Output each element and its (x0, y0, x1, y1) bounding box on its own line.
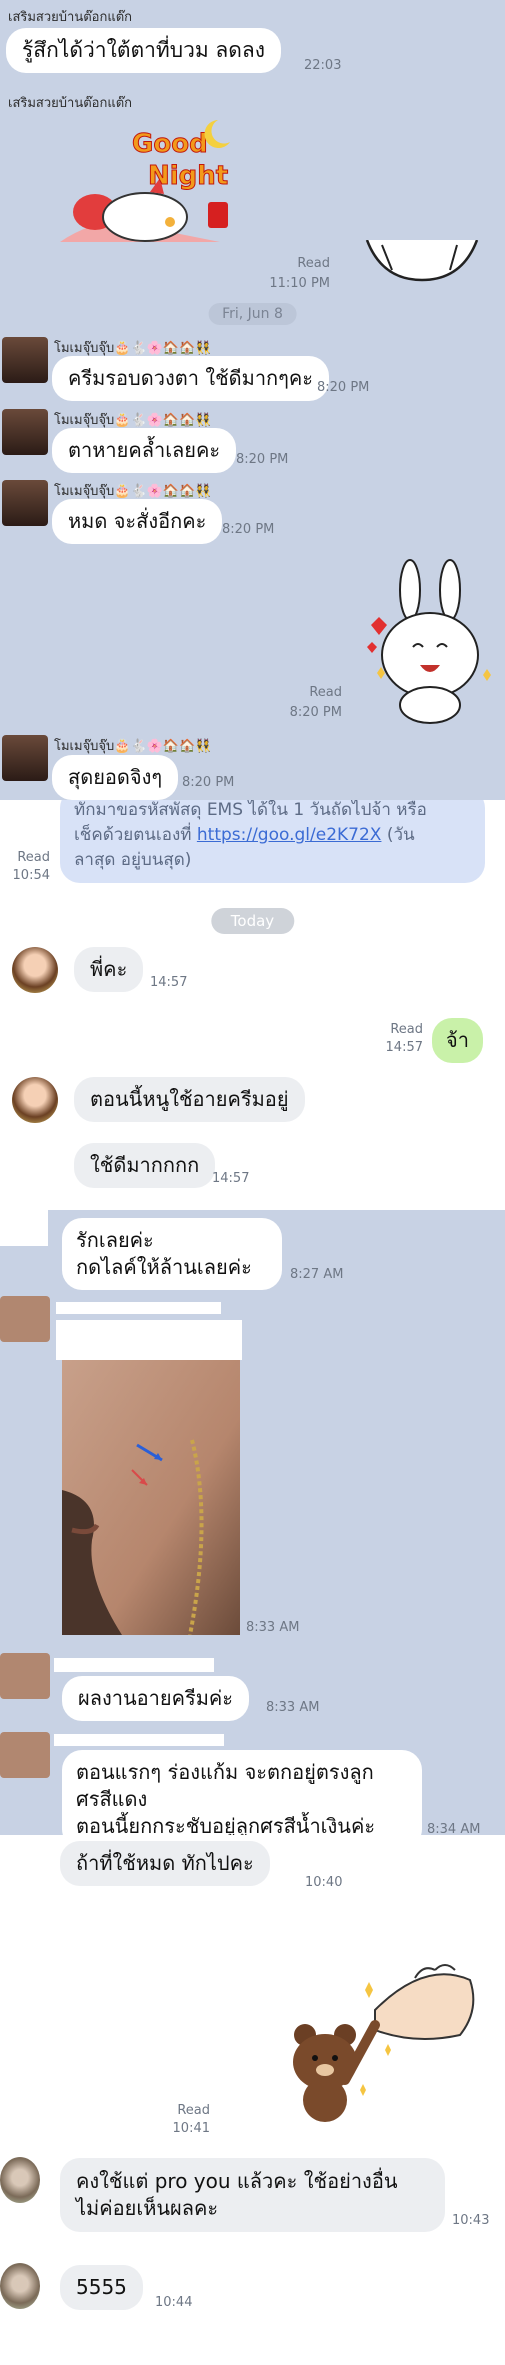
avatar[interactable] (2, 735, 48, 781)
sender-name: โมเมจุ๊บจุ๊บ🎂🐇🌸🏠🏠👯 (54, 341, 212, 356)
message-time: 8:27 AM (290, 1267, 344, 1282)
message-bubble[interactable]: ตอนแรกๆ ร่องแก้ม จะตกอยู่ตรงลูก ศรสีแดง … (62, 1750, 422, 1835)
message-line: ศรสีแดง (76, 1787, 148, 1811)
sender-name: โมเมจุ๊บจุ๊บ🎂🐇🌸🏠🏠👯 (54, 413, 212, 428)
message-time: 8:33 AM (266, 1700, 320, 1715)
message-bubble[interactable]: ถ้าที่ใช้หมด ทักไปคะ (60, 1841, 270, 1886)
message-line: กดไลค์ให้ล้านเลยค่ะ (76, 1255, 252, 1279)
message-bubble[interactable]: สุดยอดจิงๆ (52, 755, 179, 800)
avatar[interactable] (0, 1296, 50, 1342)
face-photo[interactable] (62, 1360, 240, 1635)
avatar[interactable] (2, 409, 48, 455)
date-separator: Today (210, 908, 295, 934)
read-status: Read (297, 256, 330, 271)
message-bubble[interactable]: ใช้ดีมากกกก (74, 1143, 216, 1188)
date-separator: Fri, Jun 8 (208, 303, 297, 325)
message-bubble[interactable]: คงใช้แต่ pro you แล้วคะ ใช้อย่างอื่น ไม่… (60, 2158, 445, 2232)
avatar[interactable] (0, 1732, 50, 1778)
message-time: 8:34 AM (427, 1822, 481, 1835)
message-time: 8:20 PM (182, 775, 235, 790)
message-line: ไม่ค่อยเห็นผลคะ (76, 2196, 219, 2220)
avatar[interactable] (12, 947, 58, 993)
message-time: 10:40 (305, 1875, 343, 1890)
avatar[interactable] (0, 2263, 40, 2309)
message-bubble[interactable]: ทักมาขอรหัสพัสดุ EMS ได้ใน 1 วันถัดไปจ้า… (60, 800, 485, 883)
message-bubble[interactable]: จ้า (432, 1018, 483, 1063)
message-line: ลาสุด อยู่บนสุด) (74, 850, 192, 870)
redacted-name (56, 1302, 221, 1314)
message-line: ตอนนี้ยกกระชับอยู่ลูกศรสีน้ำเงินค่ะ (76, 1814, 376, 1835)
message-line: เช็คด้วยตนเองที่ https://goo.gl/e2K72X (… (74, 823, 471, 848)
message-time: 8:20 PM (236, 452, 289, 467)
chat-segment-2: Read 10:54 ทักมาขอรหัสพัสดุ EMS ได้ใน 1 … (0, 800, 505, 1210)
read-status: Read (177, 2103, 210, 2118)
redacted-name (54, 1734, 224, 1746)
read-status: Read (390, 1022, 423, 1037)
message-time: 14:57 (212, 1171, 250, 1186)
message-bubble[interactable]: ตอนนี้หนูใช้อายครีมอยู่ (74, 1077, 305, 1122)
good-night-sticker[interactable]: Good Night (50, 112, 240, 252)
message-time: 10:54 (12, 868, 50, 883)
sender-name: เสริมสวยบ้านต๊อกแต๊ก (8, 96, 133, 111)
avatar[interactable] (0, 1653, 50, 1699)
chat-segment-4: ถ้าที่ใช้หมด ทักไปคะ 10:40 Read 10:41 คง… (0, 1835, 505, 2365)
sender-name: โมเมจุ๊บจุ๊บ🎂🐇🌸🏠🏠👯 (54, 484, 212, 499)
message-line: รักเลยค่ะ (76, 1228, 154, 1252)
sender-name: โมเมจุ๊บจุ๊บ🎂🐇🌸🏠🏠👯 (54, 739, 212, 754)
redacted-name (54, 1658, 214, 1672)
read-status: Read (309, 685, 342, 700)
avatar[interactable] (2, 480, 48, 526)
message-bubble[interactable]: พี่คะ (74, 947, 144, 992)
message-text: เช็คด้วยตนเองที่ (74, 825, 197, 845)
message-time: 14:57 (385, 1040, 423, 1055)
message-line: คงใช้แต่ pro you แล้วคะ ใช้อย่างอื่น (76, 2169, 398, 2193)
message-time: 8:20 PM (289, 705, 342, 720)
message-line: ตอนแรกๆ ร่องแก้ม จะตกอยู่ตรงลูก (76, 1760, 374, 1784)
message-bubble[interactable]: ครีมรอบดวงตา ใช้ดีมากๆคะ (52, 356, 330, 401)
message-time: 8:20 PM (222, 522, 275, 537)
sticker-text-night: Night (148, 161, 228, 191)
tracking-link[interactable]: https://goo.gl/e2K72X (197, 825, 382, 845)
message-time: 11:10 PM (269, 276, 330, 291)
message-bubble[interactable]: 5555 (60, 2265, 143, 2310)
message-time: 22:03 (304, 58, 342, 73)
message-bubble[interactable]: หมด จะสั่งอีกคะ (52, 499, 223, 544)
message-time: 8:20 PM (317, 380, 370, 395)
message-text: (วัน (381, 825, 415, 845)
sticker-text-good: Good (132, 129, 208, 159)
message-time: 10:43 (452, 2213, 490, 2228)
message-bubble[interactable]: ตาหายคล้ำเลยคะ (52, 428, 237, 473)
message-time: 14:57 (150, 975, 188, 990)
message-time: 10:44 (155, 2295, 193, 2310)
message-time: 10:41 (172, 2121, 210, 2136)
hands-sticker[interactable] (362, 240, 482, 290)
read-status: Read (17, 850, 50, 865)
message-bubble[interactable]: รู้สึกได้ว่าใต้ตาที่บวม ลดลง (6, 28, 282, 73)
redacted-header (56, 1320, 242, 1360)
message-bubble[interactable]: รักเลยค่ะ กดไลค์ให้ล้านเลยค่ะ (62, 1218, 282, 1290)
bear-sticker[interactable] (275, 1950, 480, 2125)
message-line: ทักมาขอรหัสพัสดุ EMS ได้ใน 1 วันถัดไปจ้า… (74, 800, 427, 820)
message-time: 8:33 AM (246, 1620, 300, 1635)
redacted-avatar (0, 1210, 48, 1246)
message-bubble[interactable]: ผลงานอายครีมค่ะ (62, 1676, 250, 1721)
avatar[interactable] (2, 337, 48, 383)
chat-segment-3: รักเลยค่ะ กดไลค์ให้ล้านเลยค่ะ 8:27 AM 8:… (0, 1210, 505, 1835)
sender-name: เสริมสวยบ้านต๊อกแต๊ก (8, 10, 133, 25)
chat-segment-1: เสริมสวยบ้านต๊อกแต๊ก รู้สึกได้ว่าใต้ตาที… (0, 0, 505, 800)
avatar[interactable] (12, 1077, 58, 1123)
rabbit-sticker[interactable] (365, 555, 495, 725)
avatar[interactable] (0, 2157, 40, 2203)
